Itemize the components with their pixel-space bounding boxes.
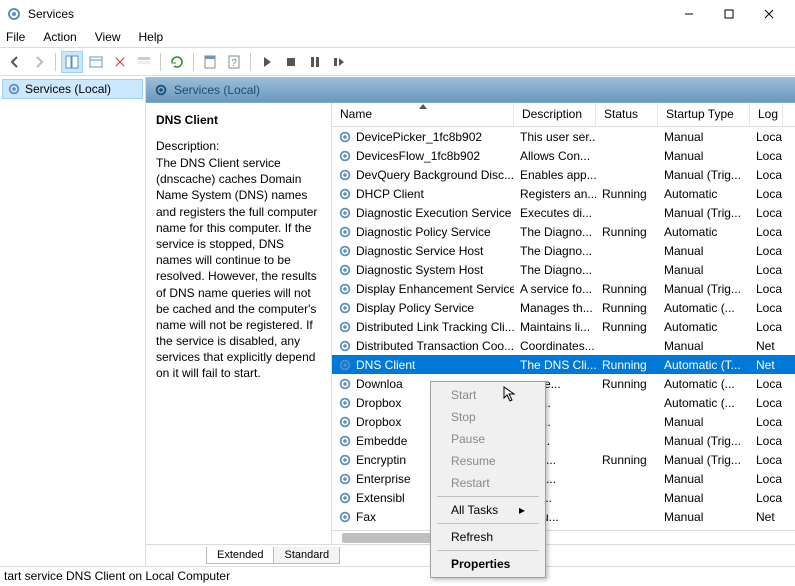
service-rows: DevicePicker_1fc8b902This user ser...Man… [332, 127, 795, 530]
service-row[interactable]: Enterprises ent...ManualLoca [332, 469, 795, 488]
help-button[interactable]: ? [223, 51, 245, 73]
chevron-right-icon: ▸ [519, 503, 525, 517]
column-headers: Name Description Status Startup Type Log [332, 103, 795, 127]
ctx-restart[interactable]: Restart [433, 472, 543, 494]
service-row[interactable]: Dropboxour ...ManualLoca [332, 412, 795, 431]
menu-action[interactable]: Action [41, 28, 78, 47]
description-pane: DNS Client Description: The DNS Client s… [146, 103, 332, 544]
ctx-all-tasks[interactable]: All Tasks▸ [433, 499, 543, 521]
export-button[interactable] [85, 51, 107, 73]
delete-button[interactable] [109, 51, 131, 73]
service-row[interactable]: Distributed Link Tracking Cli...Maintain… [332, 317, 795, 336]
service-row[interactable]: Display Policy ServiceManages th...Runni… [332, 298, 795, 317]
restart-service-button[interactable] [328, 51, 350, 73]
close-button[interactable] [749, 0, 789, 28]
toolbar: ? [0, 48, 795, 76]
menu-view[interactable]: View [93, 28, 123, 47]
menubar: File Action View Help [0, 28, 795, 48]
ctx-resume[interactable]: Resume [433, 450, 543, 472]
forward-button[interactable] [28, 51, 50, 73]
service-row[interactable]: Display Enhancement ServiceA service fo.… [332, 279, 795, 298]
pane-header-title: Services (Local) [174, 83, 260, 97]
col-startup-type[interactable]: Startup Type [658, 103, 750, 126]
col-description[interactable]: Description [514, 103, 596, 126]
service-row[interactable]: Diagnostic System HostThe Diagno...Manua… [332, 260, 795, 279]
service-row[interactable]: Distributed Transaction Coo...Coordinate… [332, 336, 795, 355]
ctx-start[interactable]: Start [433, 384, 543, 406]
pause-service-button[interactable] [304, 51, 326, 73]
context-menu: Start Stop Pause Resume Restart All Task… [430, 381, 546, 578]
menu-file[interactable]: File [4, 28, 27, 47]
ctx-separator [437, 523, 539, 524]
service-row[interactable]: DHCP ClientRegisters an...RunningAutomat… [332, 184, 795, 203]
services-icon [7, 82, 21, 96]
start-service-button[interactable] [256, 51, 278, 73]
services-icon [154, 83, 168, 97]
services-icon [6, 6, 22, 22]
service-row[interactable]: Diagnostic Service HostThe Diagno...Manu… [332, 241, 795, 260]
ctx-refresh[interactable]: Refresh [433, 526, 543, 548]
service-list: Name Description Status Startup Type Log… [332, 103, 795, 544]
col-logon[interactable]: Log [750, 103, 783, 126]
service-row[interactable]: Dropboxour ...Automatic (...Loca [332, 393, 795, 412]
ctx-separator [437, 550, 539, 551]
service-row[interactable]: DevQuery Background Disc...Enables app..… [332, 165, 795, 184]
service-row[interactable]: Downloaws se...RunningAutomatic (...Loca [332, 374, 795, 393]
minimize-button[interactable] [669, 0, 709, 28]
tree-pane: Services (Local) [0, 77, 146, 566]
refresh-button[interactable] [166, 51, 188, 73]
ctx-separator [437, 496, 539, 497]
service-row[interactable]: DevicesFlow_1fc8b902Allows Con...ManualL… [332, 146, 795, 165]
service-row[interactable]: Diagnostic Execution ServiceExecutes di.… [332, 203, 795, 222]
description-label: Description: [156, 139, 321, 153]
tree-node-services-local[interactable]: Services (Local) [2, 79, 143, 99]
tab-extended[interactable]: Extended [206, 547, 274, 564]
pane-header: Services (Local) [146, 77, 795, 103]
service-row[interactable]: Embeddebed...Manual (Trig...Loca [332, 431, 795, 450]
selected-service-description: The DNS Client service (dnscache) caches… [156, 155, 321, 382]
back-button[interactable] [4, 51, 26, 73]
ctx-properties[interactable]: Properties [433, 553, 543, 575]
service-row[interactable]: Extensiblensi...ManualLoca [332, 488, 795, 507]
service-row[interactable]: Diagnostic Policy ServiceThe Diagno...Ru… [332, 222, 795, 241]
maximize-button[interactable] [709, 0, 749, 28]
window-title: Services [28, 7, 669, 21]
service-row[interactable]: Faxs you...ManualNet [332, 507, 795, 526]
filter-button[interactable] [133, 51, 155, 73]
selected-service-name: DNS Client [156, 113, 321, 127]
tab-standard[interactable]: Standard [273, 547, 340, 564]
tree-node-label: Services (Local) [25, 82, 111, 96]
show-hide-tree-button[interactable] [61, 51, 83, 73]
ctx-stop[interactable]: Stop [433, 406, 543, 428]
statusbar: tart service DNS Client on Local Compute… [0, 566, 795, 586]
col-status[interactable]: Status [596, 103, 658, 126]
properties-button[interactable] [199, 51, 221, 73]
horizontal-scrollbar[interactable] [332, 530, 795, 544]
menu-help[interactable]: Help [137, 28, 166, 47]
svg-text:?: ? [231, 58, 237, 69]
titlebar: Services [0, 0, 795, 28]
col-name[interactable]: Name [332, 103, 514, 126]
service-row[interactable]: Encryptines th...RunningManual (Trig...L… [332, 450, 795, 469]
ctx-pause[interactable]: Pause [433, 428, 543, 450]
main-area: Services (Local) Services (Local) DNS Cl… [0, 76, 795, 566]
service-row[interactable]: DevicePicker_1fc8b902This user ser...Man… [332, 127, 795, 146]
service-row[interactable]: DNS ClientThe DNS Cli...RunningAutomatic… [332, 355, 795, 374]
stop-service-button[interactable] [280, 51, 302, 73]
